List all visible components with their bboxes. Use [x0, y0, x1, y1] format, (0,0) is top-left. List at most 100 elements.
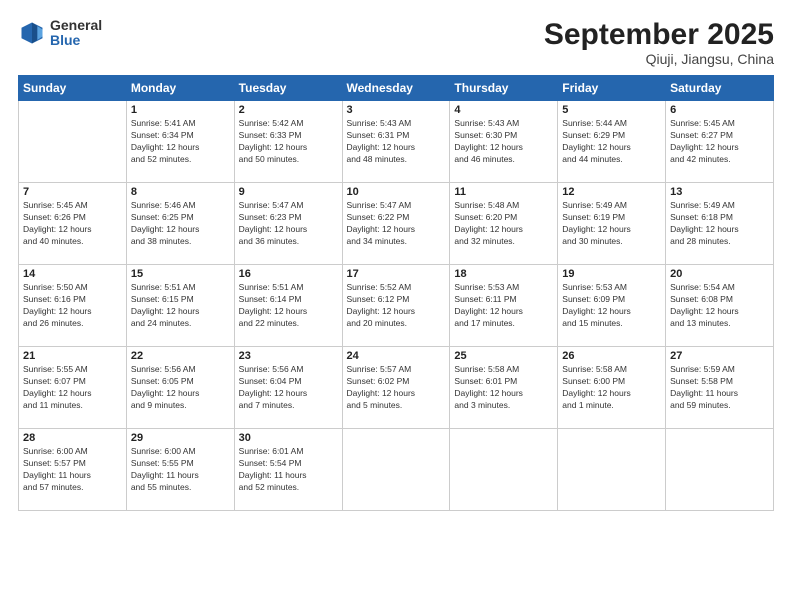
calendar-cell — [558, 429, 666, 511]
calendar-cell: 26 Sunrise: 5:58 AM Sunset: 6:00 PM Dayli… — [558, 347, 666, 429]
calendar-cell: 19 Sunrise: 5:53 AM Sunset: 6:09 PM Dayli… — [558, 265, 666, 347]
calendar-cell: 4 Sunrise: 5:43 AM Sunset: 6:30 PM Daylig… — [450, 101, 558, 183]
day-number: 9 — [239, 186, 338, 198]
calendar-cell: 20 Sunrise: 5:54 AM Sunset: 6:08 PM Dayli… — [666, 265, 774, 347]
day-info: Sunrise: 5:50 AM Sunset: 6:16 PM Dayligh… — [23, 282, 122, 330]
day-info: Sunrise: 5:49 AM Sunset: 6:19 PM Dayligh… — [562, 200, 661, 248]
day-info: Sunrise: 6:00 AM Sunset: 5:55 PM Dayligh… — [131, 446, 230, 494]
calendar-cell: 13 Sunrise: 5:49 AM Sunset: 6:18 PM Dayli… — [666, 183, 774, 265]
day-number: 13 — [670, 186, 769, 198]
day-number: 11 — [454, 186, 553, 198]
calendar-week-2: 7 Sunrise: 5:45 AM Sunset: 6:26 PM Daylig… — [19, 183, 774, 265]
day-info: Sunrise: 5:58 AM Sunset: 6:01 PM Dayligh… — [454, 364, 553, 412]
day-info: Sunrise: 5:53 AM Sunset: 6:09 PM Dayligh… — [562, 282, 661, 330]
logo-text: General Blue — [50, 18, 102, 49]
calendar-cell: 8 Sunrise: 5:46 AM Sunset: 6:25 PM Daylig… — [126, 183, 234, 265]
calendar-cell: 18 Sunrise: 5:53 AM Sunset: 6:11 PM Dayli… — [450, 265, 558, 347]
col-monday: Monday — [126, 76, 234, 101]
day-number: 27 — [670, 350, 769, 362]
calendar-cell: 11 Sunrise: 5:48 AM Sunset: 6:20 PM Dayli… — [450, 183, 558, 265]
calendar-cell: 5Sunrise: 5:44 AM Sunset: 6:29 PM Daylig… — [558, 101, 666, 183]
day-number: 25 — [454, 350, 553, 362]
calendar-cell: 1 Sunrise: 5:41 AM Sunset: 6:34 PM Daylig… — [126, 101, 234, 183]
day-info: Sunrise: 5:51 AM Sunset: 6:14 PM Dayligh… — [239, 282, 338, 330]
day-info: Sunrise: 5:43 AM Sunset: 6:30 PM Dayligh… — [454, 118, 553, 166]
day-number: 10 — [347, 186, 446, 198]
calendar-cell: 17Sunrise: 5:52 AM Sunset: 6:12 PM Dayli… — [342, 265, 450, 347]
day-number: 2 — [239, 104, 338, 116]
day-info: Sunrise: 5:53 AM Sunset: 6:11 PM Dayligh… — [454, 282, 553, 330]
calendar-cell — [666, 429, 774, 511]
day-number: 3 — [347, 104, 446, 116]
day-number: 6 — [670, 104, 769, 116]
day-info: Sunrise: 5:49 AM Sunset: 6:18 PM Dayligh… — [670, 200, 769, 248]
day-info: Sunrise: 5:47 AM Sunset: 6:22 PM Dayligh… — [347, 200, 446, 248]
logo-icon — [18, 19, 46, 47]
day-number: 1 — [131, 104, 230, 116]
day-number: 24 — [347, 350, 446, 362]
day-info: Sunrise: 5:48 AM Sunset: 6:20 PM Dayligh… — [454, 200, 553, 248]
col-saturday: Saturday — [666, 76, 774, 101]
location-subtitle: Qiuji, Jiangsu, China — [544, 51, 774, 67]
day-info: Sunrise: 5:54 AM Sunset: 6:08 PM Dayligh… — [670, 282, 769, 330]
day-info: Sunrise: 6:01 AM Sunset: 5:54 PM Dayligh… — [239, 446, 338, 494]
day-number: 20 — [670, 268, 769, 280]
calendar-cell: 21Sunrise: 5:55 AM Sunset: 6:07 PM Dayli… — [19, 347, 127, 429]
day-info: Sunrise: 5:42 AM Sunset: 6:33 PM Dayligh… — [239, 118, 338, 166]
calendar-cell — [342, 429, 450, 511]
logo-general-text: General — [50, 18, 102, 33]
title-block: September 2025 Qiuji, Jiangsu, China — [544, 18, 774, 67]
calendar-cell: 28Sunrise: 6:00 AM Sunset: 5:57 PM Dayli… — [19, 429, 127, 511]
col-thursday: Thursday — [450, 76, 558, 101]
calendar-cell: 22Sunrise: 5:56 AM Sunset: 6:05 PM Dayli… — [126, 347, 234, 429]
day-info: Sunrise: 5:56 AM Sunset: 6:05 PM Dayligh… — [131, 364, 230, 412]
day-info: Sunrise: 5:47 AM Sunset: 6:23 PM Dayligh… — [239, 200, 338, 248]
day-number: 26 — [562, 350, 661, 362]
calendar-cell: 30 Sunrise: 6:01 AM Sunset: 5:54 PM Dayli… — [234, 429, 342, 511]
day-number: 15 — [131, 268, 230, 280]
calendar-cell: 24 Sunrise: 5:57 AM Sunset: 6:02 PM Dayli… — [342, 347, 450, 429]
day-info: Sunrise: 5:58 AM Sunset: 6:00 PM Dayligh… — [562, 364, 661, 412]
calendar-cell: 14Sunrise: 5:50 AM Sunset: 6:16 PM Dayli… — [19, 265, 127, 347]
day-number: 4 — [454, 104, 553, 116]
day-info: Sunrise: 5:57 AM Sunset: 6:02 PM Dayligh… — [347, 364, 446, 412]
logo: General Blue — [18, 18, 102, 49]
day-info: Sunrise: 6:00 AM Sunset: 5:57 PM Dayligh… — [23, 446, 122, 494]
day-number: 23 — [239, 350, 338, 362]
day-info: Sunrise: 5:41 AM Sunset: 6:34 PM Dayligh… — [131, 118, 230, 166]
day-info: Sunrise: 5:45 AM Sunset: 6:26 PM Dayligh… — [23, 200, 122, 248]
calendar-cell: 27 Sunrise: 5:59 AM Sunset: 5:58 PM Dayli… — [666, 347, 774, 429]
day-info: Sunrise: 5:45 AM Sunset: 6:27 PM Dayligh… — [670, 118, 769, 166]
calendar-cell: 10 Sunrise: 5:47 AM Sunset: 6:22 PM Dayli… — [342, 183, 450, 265]
calendar-cell: 23Sunrise: 5:56 AM Sunset: 6:04 PM Dayli… — [234, 347, 342, 429]
day-number: 16 — [239, 268, 338, 280]
day-info: Sunrise: 5:59 AM Sunset: 5:58 PM Dayligh… — [670, 364, 769, 412]
calendar-week-5: 28Sunrise: 6:00 AM Sunset: 5:57 PM Dayli… — [19, 429, 774, 511]
col-wednesday: Wednesday — [342, 76, 450, 101]
calendar-week-1: 1 Sunrise: 5:41 AM Sunset: 6:34 PM Daylig… — [19, 101, 774, 183]
logo-blue-text: Blue — [50, 33, 102, 48]
day-number: 17 — [347, 268, 446, 280]
day-number: 8 — [131, 186, 230, 198]
calendar-cell: 15 Sunrise: 5:51 AM Sunset: 6:15 PM Dayli… — [126, 265, 234, 347]
calendar-cell: 2 Sunrise: 5:42 AM Sunset: 6:33 PM Daylig… — [234, 101, 342, 183]
col-friday: Friday — [558, 76, 666, 101]
calendar-cell: 16 Sunrise: 5:51 AM Sunset: 6:14 PM Dayli… — [234, 265, 342, 347]
day-info: Sunrise: 5:55 AM Sunset: 6:07 PM Dayligh… — [23, 364, 122, 412]
calendar-cell: 3 Sunrise: 5:43 AM Sunset: 6:31 PM Daylig… — [342, 101, 450, 183]
day-number: 5 — [562, 104, 661, 116]
calendar-cell: 12Sunrise: 5:49 AM Sunset: 6:19 PM Dayli… — [558, 183, 666, 265]
day-info: Sunrise: 5:46 AM Sunset: 6:25 PM Dayligh… — [131, 200, 230, 248]
calendar-table: Sunday Monday Tuesday Wednesday Thursday… — [18, 75, 774, 511]
calendar-cell — [19, 101, 127, 183]
day-number: 7 — [23, 186, 122, 198]
col-tuesday: Tuesday — [234, 76, 342, 101]
day-number: 30 — [239, 432, 338, 444]
day-info: Sunrise: 5:51 AM Sunset: 6:15 PM Dayligh… — [131, 282, 230, 330]
page: General Blue September 2025 Qiuji, Jiang… — [0, 0, 792, 612]
day-number: 18 — [454, 268, 553, 280]
calendar-week-4: 21Sunrise: 5:55 AM Sunset: 6:07 PM Dayli… — [19, 347, 774, 429]
calendar-cell: 29Sunrise: 6:00 AM Sunset: 5:55 PM Dayli… — [126, 429, 234, 511]
day-number: 19 — [562, 268, 661, 280]
day-info: Sunrise: 5:43 AM Sunset: 6:31 PM Dayligh… — [347, 118, 446, 166]
